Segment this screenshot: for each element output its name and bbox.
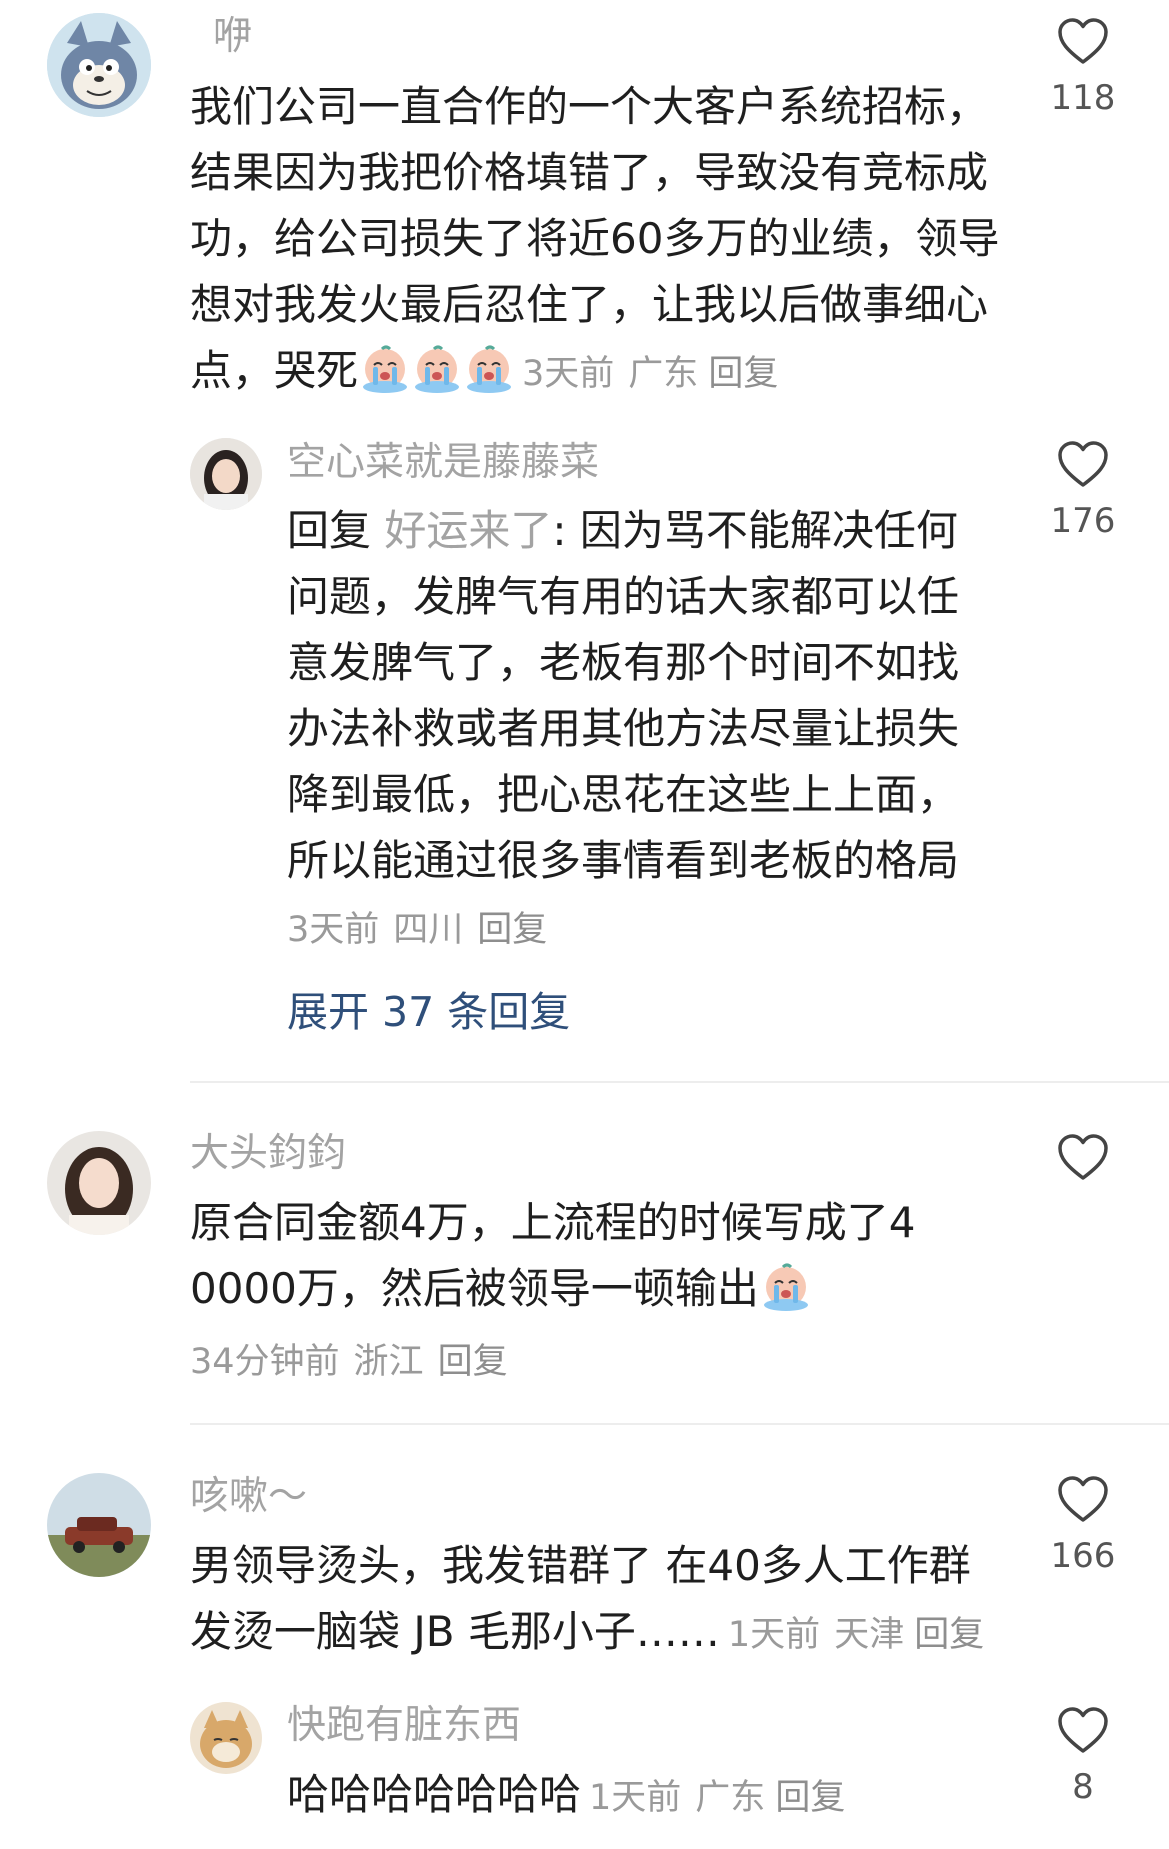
- comment-meta: 3天前 四川 回复: [287, 901, 547, 952]
- comment-location: 广东: [628, 354, 699, 394]
- comment-body: : 因为骂不能解决任何问题，发脾气有用的话大家都可以任意发脾气了，老板有那个时间…: [287, 506, 960, 885]
- girl-photo-avatar-icon: [47, 1131, 151, 1235]
- cat-photo-avatar-icon: [190, 1702, 262, 1774]
- comment-time: 1天前: [727, 1615, 821, 1655]
- comment-meta: 3天前 广东 回复: [522, 354, 778, 394]
- heart-icon: [1058, 1134, 1108, 1180]
- avatar[interactable]: [47, 1473, 151, 1577]
- like-button[interactable]: [1038, 1134, 1128, 1182]
- comment-time: 1天前: [589, 1778, 682, 1818]
- heart-icon: [1058, 1707, 1108, 1753]
- comment-time: 34分钟前: [190, 1342, 340, 1382]
- comment-body: 我们公司一直合作的一个大客户系统招标，结果因为我把价格填错了，导致没有竞标成功，…: [190, 82, 1000, 395]
- heart-icon: [1058, 441, 1108, 487]
- like-button[interactable]: 176: [1038, 441, 1128, 541]
- comment-meta: 1天前 广东 回复: [589, 1778, 845, 1818]
- reply-button[interactable]: 回复: [775, 1778, 845, 1818]
- avatar[interactable]: [190, 1702, 262, 1774]
- cartoon-cat-avatar-icon: [47, 13, 151, 117]
- comment-text: 哈哈哈哈哈哈哈 1天前 广东 回复: [287, 1762, 1047, 1831]
- avatar[interactable]: [47, 1131, 151, 1235]
- like-count: 8: [1072, 1767, 1094, 1807]
- like-button[interactable]: 166: [1038, 1476, 1128, 1576]
- girl-photo-avatar-icon: [190, 438, 262, 510]
- avatar[interactable]: [47, 13, 151, 117]
- username[interactable]: 咿: [213, 14, 252, 61]
- crying-face-icon: [464, 343, 514, 393]
- comment-location: 四川: [393, 910, 464, 950]
- crying-face-icon: [412, 343, 462, 393]
- reply-button[interactable]: 回复: [477, 910, 547, 950]
- comment-text: 男领导烫头，我发错群了 在40多人工作群发烫一脑袋 JB 毛那小子…… 1天前 天津…: [190, 1533, 1010, 1668]
- comment-location: 天津: [834, 1615, 905, 1655]
- heart-icon: [1058, 18, 1108, 64]
- comment-text: 回复 好运来了: 因为骂不能解决任何问题，发脾气有用的话大家都可以任意发脾气了，…: [287, 498, 987, 894]
- comment-location: 浙江: [353, 1342, 424, 1382]
- like-count: 176: [1050, 501, 1116, 541]
- like-count: 166: [1050, 1536, 1116, 1576]
- comment-location: 广东: [695, 1778, 766, 1818]
- heart-icon: [1058, 1476, 1108, 1522]
- comment-text: 原合同金额4万，上流程的时候写成了40000万，然后被领导一顿输出: [190, 1190, 930, 1322]
- comment-time: 3天前: [522, 354, 615, 394]
- divider: [190, 1423, 1169, 1425]
- like-count: 118: [1050, 78, 1116, 118]
- reply-target-username[interactable]: 好运来了: [384, 506, 552, 555]
- comment-meta: 34分钟前 浙江 回复: [190, 1333, 508, 1384]
- like-button[interactable]: 118: [1038, 18, 1128, 118]
- comment-body: 哈哈哈哈哈哈哈: [287, 1770, 582, 1819]
- reply-prefix: 回复: [287, 506, 372, 555]
- like-button[interactable]: 8: [1038, 1707, 1128, 1807]
- username[interactable]: 快跑有脏东西: [287, 1703, 521, 1750]
- expand-replies-button[interactable]: 展开 37 条回复: [287, 978, 570, 1038]
- reply-button[interactable]: 回复: [914, 1615, 984, 1655]
- reply-button[interactable]: 回复: [708, 354, 778, 394]
- username[interactable]: 咳嗽～: [190, 1474, 307, 1521]
- username[interactable]: 大头鈞鈞: [190, 1131, 346, 1178]
- reply-button[interactable]: 回复: [438, 1342, 508, 1382]
- comment-text: 我们公司一直合作的一个大客户系统招标，结果因为我把价格填错了，导致没有竞标成功，…: [190, 74, 1020, 407]
- divider: [190, 1081, 1169, 1083]
- avatar[interactable]: [190, 438, 262, 510]
- comment-time: 3天前: [287, 910, 380, 950]
- comment-meta: 1天前 天津 回复: [728, 1615, 984, 1655]
- crying-face-icon: [360, 343, 410, 393]
- car-photo-avatar-icon: [47, 1473, 151, 1577]
- username[interactable]: 空心菜就是藤藤菜: [287, 440, 599, 487]
- crying-face-icon: [761, 1261, 811, 1311]
